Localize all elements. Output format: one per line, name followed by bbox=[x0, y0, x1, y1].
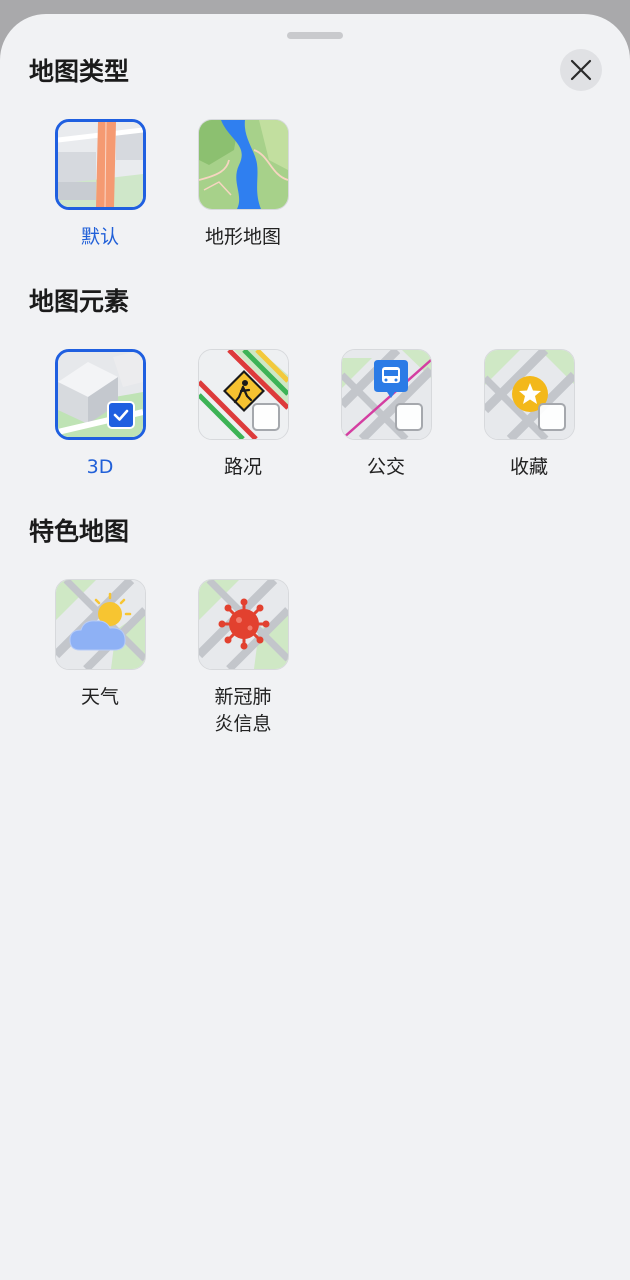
bus-checkbox[interactable] bbox=[394, 403, 423, 431]
map-type-default-label: 默认 bbox=[80, 226, 119, 248]
map-layers-sheet: 地图类型 默认 地形地图 地图元素 3D 路况 公交 收藏 特色地图 天气 新冠… bbox=[0, 14, 630, 1280]
drag-handle[interactable] bbox=[287, 32, 343, 39]
3d-buildings-thumb bbox=[54, 349, 146, 440]
map-type-default[interactable]: 默认 bbox=[40, 119, 160, 251]
featured-covid-info-label-line1: 新冠肺 bbox=[214, 686, 272, 708]
featured-weather[interactable]: 天气 bbox=[40, 579, 160, 711]
featured-covid-info-label: 新冠肺 炎信息 bbox=[183, 684, 303, 738]
virus-thumb bbox=[197, 579, 289, 670]
section-title-map-elements: 地图元素 bbox=[29, 287, 130, 316]
map-element-traffic[interactable]: 路况 bbox=[183, 349, 303, 481]
map-element-favorites-label: 收藏 bbox=[509, 456, 548, 478]
close-button[interactable] bbox=[560, 49, 602, 91]
star-favorite-thumb bbox=[483, 349, 575, 440]
favorites-checkbox[interactable] bbox=[537, 403, 566, 431]
close-icon bbox=[570, 59, 592, 81]
featured-covid-info-label-line2: 炎信息 bbox=[214, 713, 272, 735]
map-element-3d-label: 3D bbox=[86, 456, 114, 478]
traffic-roadwork-thumb bbox=[197, 349, 289, 440]
traffic-checkbox[interactable] bbox=[251, 403, 280, 431]
weather-thumb bbox=[54, 579, 146, 670]
featured-covid-info[interactable]: 新冠肺 炎信息 bbox=[183, 579, 303, 738]
map-element-favorites[interactable]: 收藏 bbox=[469, 349, 589, 481]
bus-stop-thumb bbox=[340, 349, 432, 440]
map-type-terrain-label: 地形地图 bbox=[204, 226, 281, 248]
checkmark-icon bbox=[113, 409, 128, 421]
3d-checkbox[interactable] bbox=[106, 401, 135, 429]
map-element-3d[interactable]: 3D bbox=[40, 349, 160, 481]
map-element-traffic-label: 路况 bbox=[223, 456, 262, 478]
section-title-map-type: 地图类型 bbox=[29, 57, 130, 86]
map-element-bus[interactable]: 公交 bbox=[326, 349, 446, 481]
default-map-thumb bbox=[54, 119, 146, 210]
map-type-terrain[interactable]: 地形地图 bbox=[183, 119, 303, 251]
section-title-featured-maps: 特色地图 bbox=[29, 517, 130, 546]
map-element-bus-label: 公交 bbox=[366, 456, 405, 478]
featured-weather-label: 天气 bbox=[80, 686, 119, 708]
terrain-map-thumb bbox=[197, 119, 289, 210]
